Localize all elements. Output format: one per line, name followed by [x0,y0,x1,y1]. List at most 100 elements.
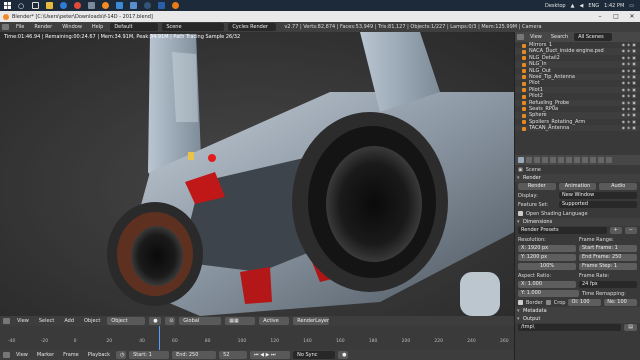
time-new-field[interactable]: Ne: 100 [604,299,637,306]
current-frame-field[interactable]: 52 [219,351,248,359]
render-engine-select[interactable]: Cycles Render [228,23,277,31]
mode-select[interactable]: Object Mode [107,317,146,332]
physics-tab-icon[interactable] [606,157,612,163]
outliner-display-select[interactable]: All Scenes [574,33,613,41]
fps-select[interactable]: 24 fps [579,281,637,288]
render-layer-select[interactable]: RenderLayer [293,317,330,325]
tl-menu-playback[interactable]: Playback [85,352,113,358]
pivot-select[interactable]: ⊙ [165,317,176,325]
texture-tab-icon[interactable] [590,157,596,163]
tl-menu-view[interactable]: View [13,352,31,358]
close-button[interactable]: ✕ [624,13,640,20]
osl-checkbox[interactable] [518,211,523,216]
shading-select[interactable]: ● [149,317,162,325]
folder-icon[interactable]: ▤ [624,324,637,331]
menu-render[interactable]: Render [31,24,55,30]
outliner-menu-view[interactable]: View [527,34,545,40]
resolution-x-field[interactable]: X: 1920 px [518,245,576,252]
feature-set-select[interactable]: Supported [559,201,637,208]
task-view-icon[interactable] [28,0,42,11]
photoshop-icon[interactable] [154,0,168,11]
blender-2-icon[interactable] [168,0,182,11]
object-tab-icon[interactable] [550,157,556,163]
resolution-y-field[interactable]: Y: 1200 px [518,254,576,261]
blender-icon[interactable] [98,0,112,11]
data-tab-icon[interactable] [574,157,580,163]
playback-controls[interactable]: ⏮ ◀ ▶ ⏭ [250,351,291,359]
scene-tab-icon[interactable] [534,157,540,163]
vp-menu-add[interactable]: Add [61,318,77,324]
preview-range-toggle[interactable]: ◷ [116,351,127,359]
file-explorer-icon[interactable] [42,0,56,11]
crop-checkbox[interactable] [545,300,551,305]
store-icon[interactable] [112,0,126,11]
render-presets-select[interactable]: Render Presets [518,227,607,234]
layers-grid[interactable]: ▦▦ [225,317,256,325]
vp-menu-view[interactable]: View [14,318,32,324]
outliner-item[interactable]: TACAN_Antenna ◉◈▣ [515,125,640,132]
timeline-editor-icon[interactable] [3,352,10,358]
menu-window[interactable]: Window [59,24,85,30]
current-frame-indicator[interactable] [158,326,160,350]
output-path-field[interactable]: /tmp\ [518,324,622,331]
output-section-header[interactable]: Output [515,315,640,323]
start-frame-prop[interactable]: Start Frame: 1 [579,245,637,252]
tl-menu-marker[interactable]: Marker [34,352,57,358]
display-select[interactable]: New Window [559,192,637,199]
minimize-button[interactable]: – [592,13,608,20]
animation-button[interactable]: Animation [558,183,597,190]
language-indicator[interactable]: ENG [588,3,599,9]
border-checkbox[interactable] [518,300,523,305]
audio-button[interactable]: Audio [599,183,638,190]
time-old-field[interactable]: Ol: 100 [568,299,602,306]
render-button[interactable]: Render [518,183,556,190]
metadata-section-header[interactable]: Metadata [515,307,640,315]
network-icon[interactable]: ▲ [571,3,575,9]
clock[interactable]: 1:42 PM [604,3,624,9]
particles-tab-icon[interactable] [598,157,604,163]
modifiers-tab-icon[interactable] [566,157,572,163]
resolution-percent-field[interactable]: 100% [518,263,576,270]
start-frame-field[interactable]: Start: 1 [129,351,170,359]
tl-menu-frame[interactable]: Frame [60,352,82,358]
edge-icon[interactable] [56,0,70,11]
visibility-toggles-icon[interactable]: ◉◈▣ [622,125,638,131]
search-icon[interactable]: ○ [14,0,28,11]
sync-select[interactable]: No Sync [293,351,336,359]
view-icon[interactable] [3,318,10,324]
notifications-icon[interactable]: ▭ [629,3,634,9]
material-tab-icon[interactable] [582,157,588,163]
outliner-editor-icon[interactable] [517,34,524,40]
frame-step-field[interactable]: Frame Step: 1 [579,263,637,270]
remove-preset-button[interactable]: − [624,227,637,234]
end-frame-field[interactable]: End: 250 [172,351,217,359]
snap-target-select[interactable]: Active [259,317,290,325]
menu-file[interactable]: File [13,24,27,30]
vp-menu-select[interactable]: Select [36,318,57,324]
add-preset-button[interactable]: + [609,227,622,234]
layers-tab-icon[interactable] [526,157,532,163]
aspect-y-field[interactable]: Y: 1.000 [518,290,579,297]
menu-help[interactable]: Help [89,24,106,30]
chrome-icon[interactable] [70,0,84,11]
render-tab-icon[interactable] [518,157,524,163]
aspect-x-field[interactable]: X: 1.000 [518,281,576,288]
3d-viewport[interactable]: Time:01:46.94 | Remaining:00:24.67 | Mem… [0,32,514,316]
windows-logo-icon[interactable] [0,0,14,11]
render-section-header[interactable]: Render [515,174,640,182]
keying-icon[interactable]: ● [338,351,349,359]
scene-select[interactable]: Scene [162,23,225,31]
settings-icon[interactable] [84,0,98,11]
screen-layout-select[interactable]: Default [110,23,159,31]
editor-type-icon[interactable] [2,24,9,30]
timeline[interactable]: -40 -20 0 20 40 60 80 100 120 140 160 180 200 220 240 2… [0,326,514,350]
dimensions-section-header[interactable]: Dimensions [515,218,640,226]
steam-icon[interactable] [140,0,154,11]
world-tab-icon[interactable] [542,157,548,163]
maximize-button[interactable]: □ [608,13,624,20]
constraints-tab-icon[interactable] [558,157,564,163]
vp-menu-object[interactable]: Object [81,318,103,324]
end-frame-prop[interactable]: End Frame: 250 [579,254,637,261]
outliner-menu-search[interactable]: Search [548,34,571,40]
desktop-label[interactable]: Desktop [545,3,566,9]
